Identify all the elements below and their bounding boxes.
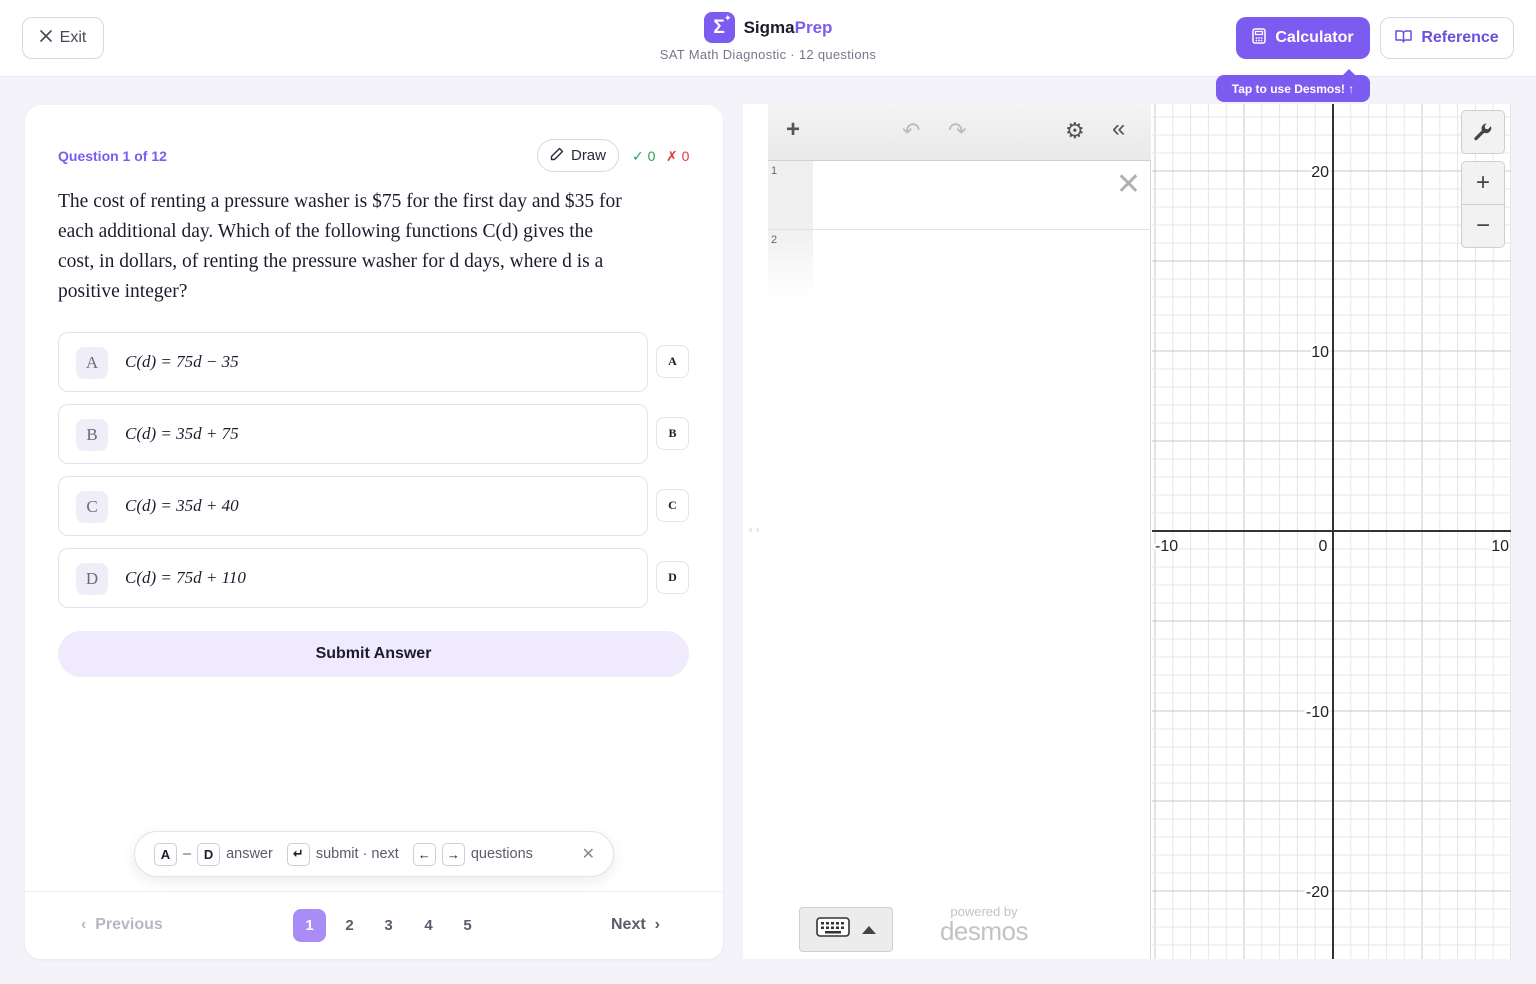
choice-expression: C(d) = 75d + 110 [125, 568, 246, 587]
expression-list: + ↶ ↷ ⚙ « 1 ✕ 2 powered by desmos [768, 104, 1151, 959]
add-expression-icon[interactable]: + [786, 116, 800, 144]
zoom-out-icon[interactable]: − [1461, 204, 1505, 248]
caret-up-icon [862, 921, 876, 939]
settings-gear-icon[interactable]: ⚙ [1065, 118, 1085, 144]
close-hint-icon[interactable]: ✕ [582, 844, 595, 864]
question-line: each additional day. Which of the follow… [58, 221, 594, 242]
draw-label: Draw [570, 147, 606, 164]
previous-button[interactable]: ‹ Previous [81, 916, 163, 934]
x-tick-label: -10 [1155, 538, 1178, 555]
x-tick-label: 10 [1491, 538, 1509, 555]
calculator-label: Calculator [1275, 29, 1354, 46]
y-tick-label: 10 [1311, 344, 1329, 361]
hint-submit-next: submit · next [315, 846, 399, 862]
reference-label: Reference [1421, 29, 1499, 46]
desmos-calculator: ‹ › + ↶ ↷ ⚙ « 1 ✕ 2 powered by desmos -1… [743, 104, 1512, 959]
page-5-button[interactable]: 5 [451, 909, 484, 942]
choice-expression: C(d) = 75d − 35 [125, 352, 239, 371]
hint-answer: answer [226, 846, 273, 862]
answer-choice-a[interactable]: A C(d) = 75d − 35 [58, 332, 648, 392]
key-a: A [154, 842, 177, 866]
expression-toolbar: + ↶ ↷ ⚙ « [768, 104, 1151, 161]
expression-row[interactable]: 1 ✕ [768, 161, 1151, 230]
coordinate-grid: -10 0 10 20 10 -10 -20 [1152, 104, 1512, 959]
page-4-button[interactable]: 4 [412, 909, 445, 942]
page-1-button[interactable]: 1 [293, 909, 326, 942]
desmos-watermark: powered by desmos [934, 904, 1034, 946]
wrong-count: ✗ 0 [666, 148, 690, 164]
submit-answer-button[interactable]: Submit Answer [58, 631, 689, 677]
choice-expression: C(d) = 35d + 40 [125, 496, 239, 515]
next-button[interactable]: Next › [611, 916, 660, 934]
keyboard-icon [816, 917, 850, 942]
expression-index: 2 [768, 230, 813, 298]
collapse-list-icon[interactable]: « [1112, 115, 1125, 143]
question-line: positive integer? [58, 281, 188, 302]
sigma-logo-icon: Σ ✦ [703, 12, 735, 43]
calculator-icon [1252, 27, 1267, 49]
answer-choice-d[interactable]: D C(d) = 75d + 110 [58, 548, 648, 608]
y-tick-label: -10 [1306, 704, 1329, 721]
key-left: ← [412, 842, 436, 866]
eliminate-choice-c-button[interactable]: C [656, 489, 689, 522]
choice-letter: B [76, 419, 108, 451]
question-line: cost, in dollars, of renting the pressur… [58, 251, 604, 272]
redo-icon[interactable]: ↷ [948, 118, 966, 144]
keyboard-shortcuts-hint: A – D answer ↵ submit · next ← → questio… [134, 831, 614, 877]
y-tick-label: 20 [1311, 164, 1329, 181]
desmos-tooltip: Tap to use Desmos! ↑ [1216, 69, 1370, 102]
graph-paper[interactable]: -10 0 10 20 10 -10 -20 [1152, 104, 1512, 959]
choice-letter: A [76, 347, 108, 379]
key-d: D [197, 842, 221, 866]
question-counter: Question 1 of 12 [58, 148, 167, 164]
panel-resize-handle[interactable]: ‹ › [743, 104, 769, 959]
graph-settings-wrench-icon[interactable] [1461, 110, 1505, 154]
page-2-button[interactable]: 2 [333, 909, 366, 942]
reference-button[interactable]: Reference [1380, 17, 1514, 59]
page-3-button[interactable]: 3 [372, 909, 405, 942]
choice-letter: D [76, 563, 108, 595]
question-panel: Question 1 of 12 Draw ✓ 0 ✗ 0 The cost o… [25, 105, 723, 959]
book-icon [1395, 29, 1413, 48]
y-tick-label: -20 [1306, 884, 1329, 901]
eliminate-choice-b-button[interactable]: B [656, 417, 689, 450]
answer-choice-b[interactable]: B C(d) = 35d + 75 [58, 404, 648, 464]
draw-button[interactable]: Draw [537, 139, 619, 172]
desmos-wordmark: desmos [939, 916, 1029, 946]
eliminate-choice-d-button[interactable]: D [656, 561, 689, 594]
top-bar: Exit Σ ✦ SigmaPrep SAT Math Diagnostic · … [0, 0, 1536, 77]
correct-count: ✓ 0 [632, 148, 656, 164]
question-text: The cost of renting a pressure washer is… [58, 187, 698, 307]
pencil-icon [550, 147, 564, 165]
delete-expression-icon[interactable]: ✕ [1116, 167, 1141, 202]
question-line: The cost of renting a pressure washer is… [58, 191, 622, 212]
resize-grip-icon: ‹ › [749, 524, 760, 536]
eliminate-choice-a-button[interactable]: A [656, 345, 689, 378]
choice-expression: C(d) = 35d + 75 [125, 424, 239, 443]
pagination: ‹ Previous 1 2 3 4 5 Next › [25, 891, 723, 959]
keypad-toggle-button[interactable] [799, 907, 893, 952]
answer-choice-c[interactable]: C C(d) = 35d + 40 [58, 476, 648, 536]
hint-questions: questions [470, 846, 533, 862]
choice-letter: C [76, 491, 108, 523]
expression-index: 1 [768, 161, 813, 229]
key-enter: ↵ [286, 842, 310, 866]
x-tick-label: 0 [1319, 538, 1328, 555]
undo-icon[interactable]: ↶ [902, 118, 920, 144]
zoom-in-icon[interactable]: + [1461, 161, 1505, 205]
calculator-button[interactable]: Calculator [1236, 17, 1370, 59]
dash: – [183, 846, 192, 862]
brand-name: SigmaPrep [743, 17, 833, 37]
key-right: → [441, 842, 465, 866]
expression-row[interactable]: 2 [768, 230, 1151, 299]
